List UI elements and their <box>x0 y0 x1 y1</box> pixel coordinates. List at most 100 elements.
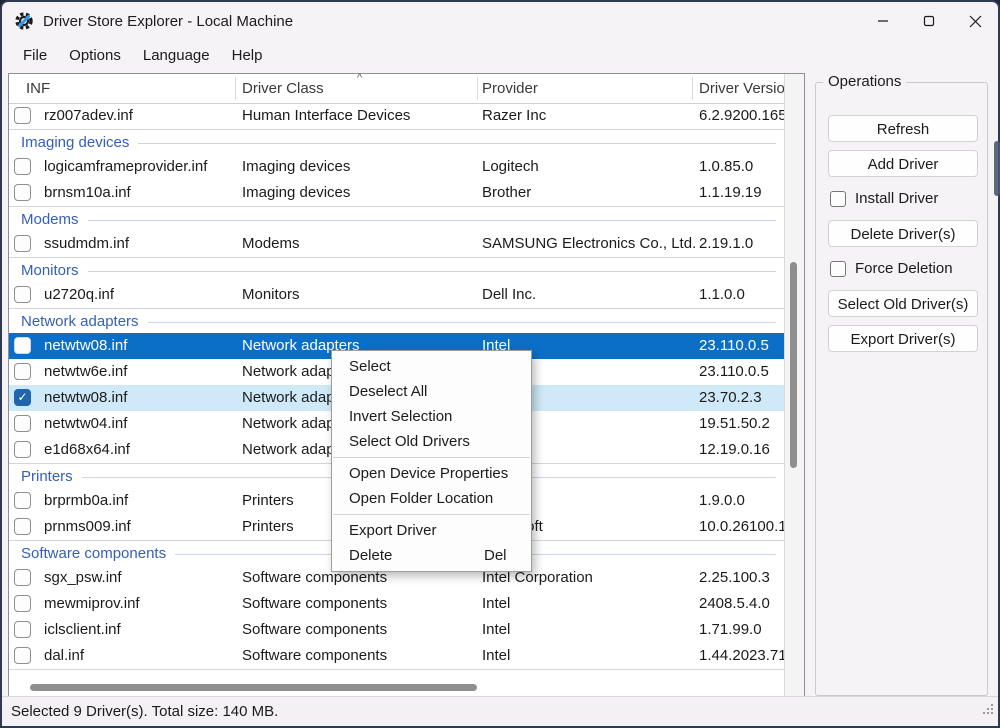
cell-inf: sgx_psw.inf <box>44 569 122 586</box>
row-checkbox[interactable] <box>14 286 31 303</box>
select-old-drivers-button[interactable]: Select Old Driver(s) <box>828 290 978 317</box>
row-checkbox[interactable] <box>14 337 31 354</box>
row-checkbox[interactable] <box>14 107 31 124</box>
row-checkbox[interactable] <box>14 363 31 380</box>
app-window: Driver Store Explorer - Local Machine Fi… <box>0 0 1000 728</box>
row-checkbox[interactable] <box>14 569 31 586</box>
cell-driver-class: Modems <box>242 235 300 252</box>
table-row[interactable]: dal.inf Software components Intel 1.44.2023… <box>9 643 784 669</box>
row-checkbox[interactable] <box>14 518 31 535</box>
header-separator <box>692 77 693 100</box>
table-row[interactable]: rz007adev.inf Human Interface Devices Raze… <box>9 103 784 129</box>
cell-inf: dal.inf <box>44 647 85 664</box>
row-checkbox[interactable] <box>14 492 31 509</box>
row-checkbox[interactable] <box>14 415 31 432</box>
table-row[interactable]: logicamframeprovider.inf Imaging devices L… <box>9 154 784 180</box>
cell-inf: e1d68x64.inf <box>44 441 130 458</box>
operations-controls: Refresh Add Driver Install Driver Delete Dr… <box>816 83 987 352</box>
cell-version: 10.0.26100.1 <box>699 518 784 535</box>
cell-version: 2.25.100.3 <box>699 569 770 586</box>
group-label: Software components <box>21 544 167 562</box>
row-checkbox[interactable] <box>14 595 31 612</box>
context-menu-item-open-device-properties[interactable]: Open Device Properties <box>332 461 531 486</box>
checkbox-box[interactable] <box>830 190 846 207</box>
cell-inf: ssudmdm.inf <box>44 235 130 252</box>
cell-driver-class: Software components <box>242 647 388 664</box>
cell-inf: iclsclient.inf <box>44 621 121 638</box>
menu-language[interactable]: Language <box>132 43 221 68</box>
menu-help[interactable]: Help <box>221 43 274 68</box>
window-controls <box>860 2 998 40</box>
column-header-class[interactable]: Driver Class <box>242 80 324 97</box>
header-separator <box>477 77 478 100</box>
context-menu-separator <box>333 514 530 515</box>
cell-driver-class: Software components <box>242 595 388 612</box>
context-menu-separator <box>333 457 530 458</box>
row-checkbox[interactable] <box>14 158 31 175</box>
group-label: Printers <box>21 467 73 485</box>
context-menu-item-select-old-drivers[interactable]: Select Old Drivers <box>332 429 531 454</box>
cell-inf: netwtw04.inf <box>44 415 128 432</box>
group-label: Monitors <box>21 261 79 279</box>
group-row-imaging-devices: Imaging devices <box>9 129 784 154</box>
group-label: Modems <box>21 210 79 228</box>
cell-inf: mewmiprov.inf <box>44 595 140 612</box>
close-button[interactable] <box>952 2 998 40</box>
cell-driver-class: Software components <box>242 621 388 638</box>
row-checkbox[interactable] <box>14 184 31 201</box>
row-checkbox[interactable] <box>14 235 31 252</box>
table-row[interactable]: iclsclient.inf Software components Intel 1.… <box>9 617 784 643</box>
table-row[interactable]: mewmiprov.inf Software components Intel 240… <box>9 591 784 617</box>
window-title: Driver Store Explorer - Local Machine <box>43 12 294 30</box>
table-row[interactable]: ssudmdm.inf Modems SAMSUNG Electronics Co.… <box>9 231 784 257</box>
group-row-network-adapters: Network adapters <box>9 308 784 333</box>
status-bar: Selected 9 Driver(s). Total size: 140 MB… <box>2 696 998 726</box>
cell-driver-class: Monitors <box>242 286 300 303</box>
row-checkbox[interactable]: ✓ <box>14 389 31 406</box>
row-checkbox[interactable] <box>14 621 31 638</box>
row-checkbox[interactable] <box>14 441 31 458</box>
cell-provider: Intel <box>482 595 511 612</box>
add-driver-button[interactable]: Add Driver <box>828 150 978 177</box>
context-menu-item-deselect-all[interactable]: Deselect All <box>332 379 531 404</box>
group-label: Network adapters <box>21 312 139 330</box>
cell-version: 2408.5.4.0 <box>699 595 770 612</box>
column-header-version[interactable]: Driver Versio <box>699 80 785 97</box>
maximize-button[interactable] <box>906 2 952 40</box>
install-driver-checkbox[interactable]: Install Driver <box>830 190 987 207</box>
menu-file[interactable]: File <box>12 43 58 68</box>
cell-version: 1.1.19.19 <box>699 184 762 201</box>
cell-inf: logicamframeprovider.inf <box>44 158 208 175</box>
horizontal-scrollbar-thumb[interactable] <box>30 684 477 691</box>
context-menu-item-export-driver[interactable]: Export Driver <box>332 518 531 543</box>
cell-version: 1.44.2023.71 <box>699 647 784 664</box>
header-separator <box>235 77 236 100</box>
resize-grip[interactable] <box>983 712 985 714</box>
menu-options[interactable]: Options <box>58 43 132 68</box>
vertical-scrollbar-thumb[interactable] <box>790 262 797 468</box>
cell-provider: Intel <box>482 621 511 638</box>
minimize-button[interactable] <box>860 2 906 40</box>
context-menu-item-select[interactable]: Select <box>332 354 531 379</box>
table-row[interactable]: brnsm10a.inf Imaging devices Brother 1.1.19… <box>9 180 784 206</box>
row-checkbox[interactable] <box>14 647 31 664</box>
delete-drivers-button[interactable]: Delete Driver(s) <box>828 220 978 247</box>
column-header-provider[interactable]: Provider <box>482 80 538 97</box>
edge-artifact <box>994 141 1000 196</box>
refresh-button[interactable]: Refresh <box>828 115 978 142</box>
context-menu-item-open-folder-location[interactable]: Open Folder Location <box>332 486 531 511</box>
cell-version: 6.2.9200.165 <box>699 107 784 124</box>
cell-version: 1.1.0.0 <box>699 286 745 303</box>
column-header-inf[interactable]: INF <box>26 80 50 97</box>
cell-version: 23.110.0.5 <box>699 337 769 354</box>
table-row[interactable]: u2720q.inf Monitors Dell Inc. 1.1.0.0 <box>9 282 784 308</box>
context-menu-item-delete[interactable]: Delete Del <box>332 543 531 568</box>
export-drivers-button[interactable]: Export Driver(s) <box>828 325 978 352</box>
menu-bar: File Options Language Help <box>2 40 998 71</box>
list-end-line <box>9 669 784 670</box>
cell-driver-class: Imaging devices <box>242 158 351 175</box>
context-menu-item-invert-selection[interactable]: Invert Selection <box>332 404 531 429</box>
force-deletion-checkbox[interactable]: Force Deletion <box>830 260 987 277</box>
checkbox-box[interactable] <box>830 260 846 277</box>
cell-inf: netwtw08.inf <box>44 337 128 354</box>
